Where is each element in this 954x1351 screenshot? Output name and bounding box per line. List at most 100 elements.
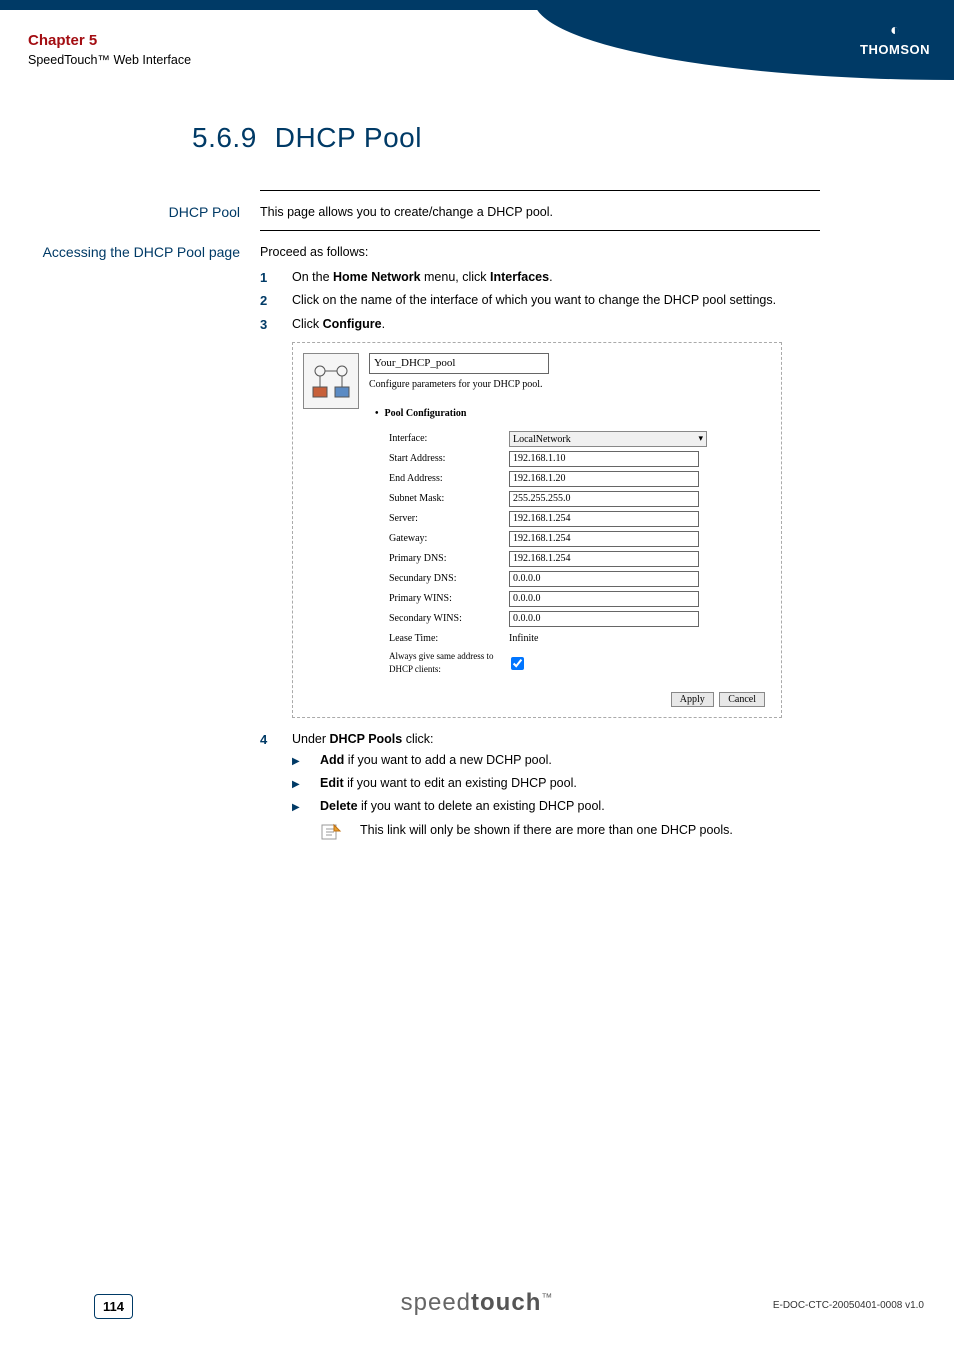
form-label: Server:: [389, 511, 509, 526]
step-number: 2: [260, 291, 292, 311]
form-label: End Address:: [389, 471, 509, 486]
section-body: This page allows you to create/change a …: [260, 190, 820, 222]
form-input[interactable]: [509, 451, 699, 467]
apply-button[interactable]: Apply: [671, 692, 714, 707]
form-row: Subnet Mask:: [389, 491, 771, 507]
section-dhcp-pool: DHCP Pool This page allows you to create…: [0, 190, 924, 222]
form-label: Gateway:: [389, 531, 509, 546]
header-swoop: ◐ THOMSON: [534, 0, 954, 80]
form-input[interactable]: [509, 591, 699, 607]
sub-list: ▶Add if you want to add a new DCHP pool.…: [292, 751, 820, 815]
section-label: Accessing the DHCP Pool page: [0, 230, 260, 853]
step-number: 4: [260, 730, 292, 849]
sub-item-body: Add if you want to add a new DCHP pool.: [320, 751, 820, 770]
triangle-bullet-icon: ▶: [292, 797, 320, 816]
screenshot-title-col: Your_DHCP_pool Configure parameters for …: [369, 353, 771, 707]
step-number: 3: [260, 315, 292, 335]
form-label: Subnet Mask:: [389, 491, 509, 506]
sub-item-body: Edit if you want to edit an existing DHC…: [320, 774, 820, 793]
thomson-logo-text: THOMSON: [860, 42, 930, 57]
form-row: End Address:: [389, 471, 771, 487]
page-footer: 114 speedtouch™ E-DOC-CTC-20050401-0008 …: [0, 1283, 954, 1323]
interface-select[interactable]: LocalNetwork: [509, 431, 707, 447]
thomson-logo-icon: ◐: [860, 22, 930, 40]
form-label: Lease Time:: [389, 631, 509, 646]
form-input[interactable]: [509, 531, 699, 547]
step-3: 3 Click Configure.: [260, 315, 820, 335]
note-row: This link will only be shown if there ar…: [320, 821, 820, 849]
form-row: Interface:LocalNetwork: [389, 431, 771, 447]
content-area: DHCP Pool This page allows you to create…: [0, 190, 954, 861]
form-row: Start Address:: [389, 451, 771, 467]
pool-name-field[interactable]: Your_DHCP_pool: [369, 353, 549, 374]
form-input[interactable]: [509, 471, 699, 487]
sub-item: ▶Edit if you want to edit an existing DH…: [292, 774, 820, 793]
section-intro-text: Proceed as follows:: [260, 245, 368, 259]
footer-brand-light: speed: [401, 1289, 471, 1316]
form-input[interactable]: [509, 571, 699, 587]
note-text: This link will only be shown if there ar…: [360, 821, 820, 849]
step-1: 1 On the Home Network menu, click Interf…: [260, 268, 820, 288]
page-title-text: DHCP Pool: [275, 122, 422, 154]
form-row: Secondary WINS:: [389, 611, 771, 627]
form-label: Primary DNS:: [389, 551, 509, 566]
form-input[interactable]: [509, 611, 699, 627]
step-4: 4 Under DHCP Pools click: ▶Add if you wa…: [260, 730, 820, 849]
step-body: Click on the name of the interface of wh…: [292, 291, 820, 311]
cancel-button[interactable]: Cancel: [719, 692, 765, 707]
triangle-bullet-icon: ▶: [292, 751, 320, 770]
form-input[interactable]: [509, 551, 699, 567]
pool-config-form: Interface:LocalNetworkStart Address:End …: [389, 431, 771, 677]
step-body: Click Configure.: [292, 315, 820, 335]
page-header: ◐ THOMSON Chapter 5 SpeedTouch™ Web Inte…: [0, 0, 954, 80]
form-label: Interface:: [389, 431, 509, 446]
section-label: DHCP Pool: [0, 190, 260, 222]
sub-item-body: Delete if you want to delete an existing…: [320, 797, 820, 816]
step-body: Under DHCP Pools click: ▶Add if you want…: [292, 730, 820, 849]
note-icon: [320, 821, 360, 849]
sub-item: ▶Delete if you want to delete an existin…: [292, 797, 820, 816]
step-body: On the Home Network menu, click Interfac…: [292, 268, 820, 288]
step-number: 1: [260, 268, 292, 288]
form-label: Always give same address to DHCP clients…: [389, 650, 509, 677]
document-id: E-DOC-CTC-20050401-0008 v1.0: [773, 1300, 924, 1311]
form-row: Always give same address to DHCP clients…: [389, 650, 771, 677]
thomson-logo: ◐ THOMSON: [860, 22, 930, 57]
screenshot-button-row: Apply Cancel: [369, 689, 771, 708]
footer-brand-tm: ™: [541, 1292, 553, 1304]
sub-item: ▶Add if you want to add a new DCHP pool.: [292, 751, 820, 770]
dhcp-pool-screenshot: Your_DHCP_pool Configure parameters for …: [292, 342, 782, 718]
form-row: Lease Time:Infinite: [389, 631, 771, 646]
network-icon: [303, 353, 359, 409]
chapter-block: Chapter 5 SpeedTouch™ Web Interface: [28, 32, 191, 67]
screenshot-header-row: Your_DHCP_pool Configure parameters for …: [303, 353, 771, 707]
form-label: Secondary WINS:: [389, 611, 509, 626]
pool-description: Configure parameters for your DHCP pool.: [369, 377, 771, 392]
section-accessing: Accessing the DHCP Pool page Proceed as …: [0, 230, 924, 853]
section-body: Proceed as follows: 1 On the Home Networ…: [260, 230, 820, 853]
home-network-icon: [309, 359, 353, 403]
form-row: Secundary DNS:: [389, 571, 771, 587]
steps-list: 1 On the Home Network menu, click Interf…: [260, 268, 820, 335]
form-value: Infinite: [509, 631, 538, 646]
page-title: 5.6.9 DHCP Pool: [192, 122, 422, 154]
triangle-bullet-icon: ▶: [292, 774, 320, 793]
form-input[interactable]: [509, 511, 699, 527]
steps-list-continued: 4 Under DHCP Pools click: ▶Add if you wa…: [260, 730, 820, 849]
form-input[interactable]: [509, 491, 699, 507]
chapter-title: Chapter 5: [28, 32, 191, 49]
form-row: Primary WINS:: [389, 591, 771, 607]
page-title-number: 5.6.9: [192, 122, 257, 154]
always-same-address-checkbox[interactable]: [511, 657, 524, 670]
form-row: Gateway:: [389, 531, 771, 547]
form-row: Server:: [389, 511, 771, 527]
step-2: 2 Click on the name of the interface of …: [260, 291, 820, 311]
form-row: Primary DNS:: [389, 551, 771, 567]
form-label: Secundary DNS:: [389, 571, 509, 586]
section-intro-text: This page allows you to create/change a …: [260, 205, 553, 219]
pool-config-heading: Pool Configuration: [375, 406, 771, 421]
chapter-subtitle: SpeedTouch™ Web Interface: [28, 53, 191, 67]
form-label: Start Address:: [389, 451, 509, 466]
footer-brand-bold: touch: [471, 1289, 541, 1316]
form-label: Primary WINS:: [389, 591, 509, 606]
